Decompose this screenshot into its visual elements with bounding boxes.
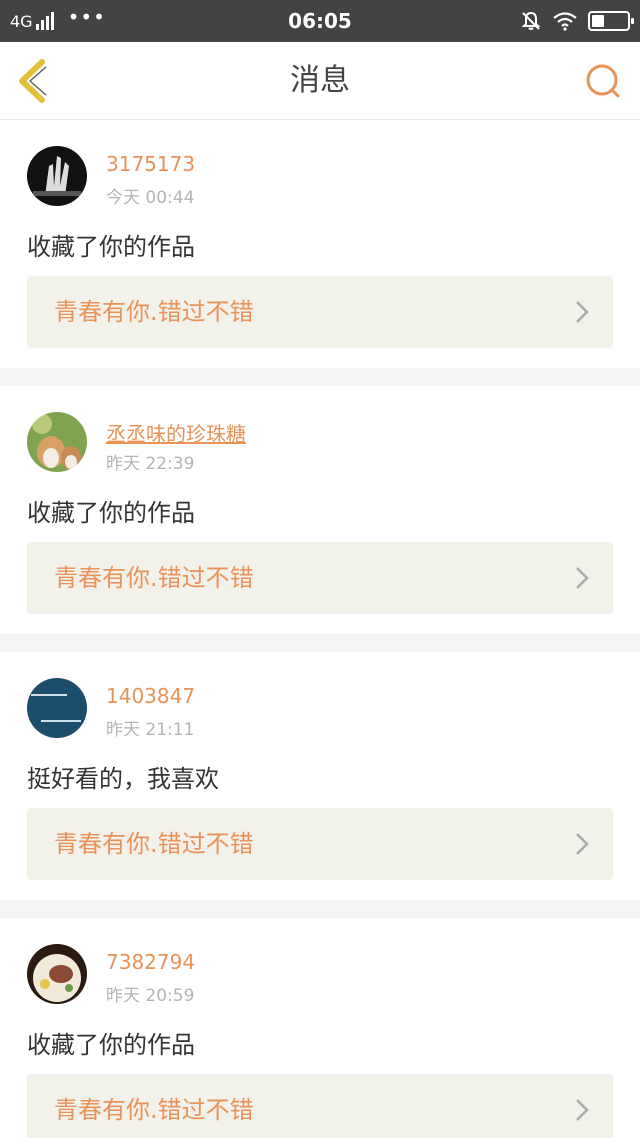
username[interactable]: 3175173 xyxy=(106,152,195,176)
message-list: 3175173 今天 00:44 收藏了你的作品 青春有你.错过不错 丞丞味的珍… xyxy=(0,120,640,1138)
avatar[interactable] xyxy=(27,146,87,206)
chevron-right-icon xyxy=(576,567,589,589)
message-card: 1403847 昨天 21:11 挺好看的，我喜欢 青春有你.错过不错 xyxy=(0,652,640,900)
message-text: 收藏了你的作品 xyxy=(27,1031,195,1059)
nav-bar: 消息 xyxy=(0,42,640,120)
chevron-right-icon xyxy=(576,301,589,323)
message-text: 收藏了你的作品 xyxy=(27,233,195,261)
page-title: 消息 xyxy=(290,63,350,98)
avatar[interactable] xyxy=(27,678,87,738)
message-time: 昨天 20:59 xyxy=(106,986,195,1006)
mute-bell-icon xyxy=(521,11,541,30)
username[interactable]: 丞丞味的珍珠糖 xyxy=(106,418,246,447)
status-right xyxy=(510,0,634,42)
work-title: 青春有你.错过不错 xyxy=(54,1096,254,1124)
username[interactable]: 1403847 xyxy=(106,684,195,708)
username[interactable]: 7382794 xyxy=(106,950,195,974)
work-link[interactable]: 青春有你.错过不错 xyxy=(27,276,613,348)
wifi-icon xyxy=(553,12,577,31)
work-link[interactable]: 青春有你.错过不错 xyxy=(27,808,613,880)
avatar[interactable] xyxy=(27,412,87,472)
message-card: 3175173 今天 00:44 收藏了你的作品 青春有你.错过不错 xyxy=(0,120,640,368)
chevron-right-icon xyxy=(576,1099,589,1121)
search-icon[interactable] xyxy=(584,62,624,102)
status-bar: 4G ••• 06:05 xyxy=(0,0,640,42)
work-title: 青春有你.错过不错 xyxy=(54,298,254,326)
message-card: 丞丞味的珍珠糖 昨天 22:39 收藏了你的作品 青春有你.错过不错 xyxy=(0,386,640,634)
chevron-right-icon xyxy=(576,833,589,855)
work-link[interactable]: 青春有你.错过不错 xyxy=(27,542,613,614)
message-time: 昨天 21:11 xyxy=(106,720,195,740)
message-time: 昨天 22:39 xyxy=(106,454,195,474)
message-text: 挺好看的，我喜欢 xyxy=(27,765,219,793)
work-title: 青春有你.错过不错 xyxy=(54,564,254,592)
message-text: 收藏了你的作品 xyxy=(27,499,195,527)
work-link[interactable]: 青春有你.错过不错 xyxy=(27,1074,613,1138)
avatar[interactable] xyxy=(27,944,87,1004)
work-title: 青春有你.错过不错 xyxy=(54,830,254,858)
message-time: 今天 00:44 xyxy=(106,188,195,208)
message-card: 7382794 昨天 20:59 收藏了你的作品 青春有你.错过不错 xyxy=(0,918,640,1138)
battery-icon xyxy=(588,11,634,31)
